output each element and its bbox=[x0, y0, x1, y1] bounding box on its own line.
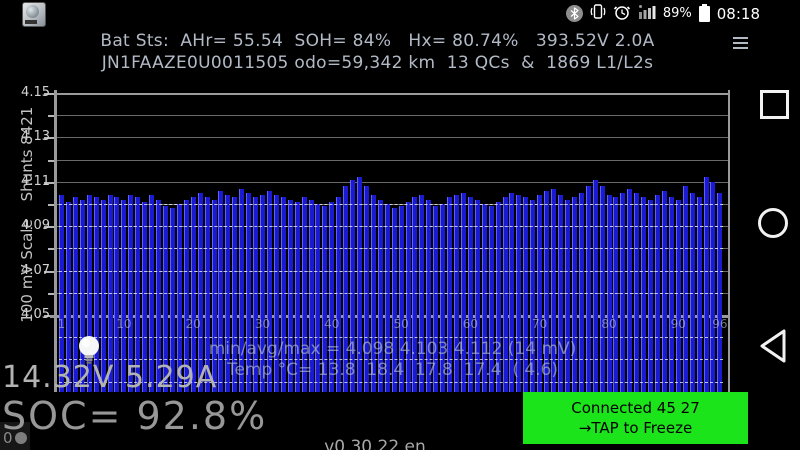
touch-dot-icon bbox=[15, 432, 27, 444]
y-tick bbox=[48, 160, 54, 162]
touch-counter-value: 0 bbox=[3, 429, 13, 447]
back-icon[interactable] bbox=[756, 327, 790, 369]
soc-readout: SOC= 92.8% bbox=[2, 394, 267, 438]
min-avg-max-line: min/avg/max = 4.098 4.103 4.112 (14 mV) bbox=[59, 339, 726, 359]
dashed-gridline bbox=[59, 204, 723, 205]
y-tick bbox=[48, 293, 54, 295]
dashed-gridline bbox=[59, 248, 723, 249]
x-axis-label: 90 bbox=[667, 317, 689, 331]
version-block: v0.30.22 en ELM327 v1.5 bbox=[255, 397, 495, 450]
plot-right-border bbox=[728, 90, 730, 392]
y-tick bbox=[48, 248, 54, 250]
gridline bbox=[50, 93, 730, 95]
x-axis-label: 30 bbox=[252, 317, 274, 331]
touch-counter: 0 bbox=[3, 429, 27, 447]
leafspy-screen: 89% 08:18 Bat Sts: AHr= 55.54 SOH= 84% H… bbox=[0, 0, 800, 450]
y-axis-label: 4.15 bbox=[14, 85, 50, 100]
gridline bbox=[50, 137, 730, 138]
gridline bbox=[50, 160, 730, 161]
home-icon[interactable] bbox=[758, 208, 788, 238]
app-version: v0.30.22 en bbox=[255, 437, 495, 450]
x-axis-label: 20 bbox=[182, 317, 204, 331]
dashed-gridline bbox=[59, 293, 723, 294]
connect-status-text: Connected 45 27 bbox=[571, 398, 699, 418]
x-axis-label: 96 bbox=[709, 317, 731, 331]
x-axis-label: 40 bbox=[321, 317, 343, 331]
gridline bbox=[50, 182, 730, 183]
x-axis-label: 70 bbox=[529, 317, 551, 331]
recents-icon[interactable] bbox=[760, 90, 789, 119]
x-axis-label: 1 bbox=[51, 317, 73, 331]
y-tick bbox=[48, 115, 54, 117]
tap-to-freeze-text: →TAP to Freeze bbox=[579, 418, 692, 438]
x-axis-label: 80 bbox=[598, 317, 620, 331]
x-axis-label: 50 bbox=[390, 317, 412, 331]
y-axis-title-upper: Shunts 8421 bbox=[18, 99, 36, 209]
y-axis-title-lower: 100 mV Scale bbox=[18, 212, 36, 330]
x-axis-label: 60 bbox=[459, 317, 481, 331]
connected-freeze-button[interactable]: Connected 45 27 →TAP to Freeze bbox=[523, 392, 748, 444]
dashed-gridline bbox=[59, 226, 723, 227]
x-axis-label: 10 bbox=[113, 317, 135, 331]
gridline bbox=[50, 115, 730, 116]
y-axis-line bbox=[54, 90, 57, 392]
aux-battery-readout: 14.32V 5.29A bbox=[2, 360, 217, 395]
y-tick bbox=[48, 204, 54, 206]
dashed-gridline bbox=[59, 271, 723, 272]
